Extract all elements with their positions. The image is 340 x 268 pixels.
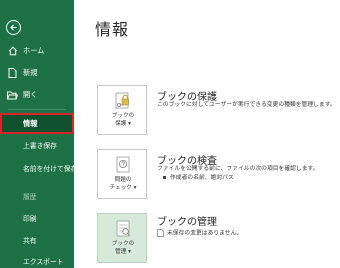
button-label-text: 保護 (115, 121, 127, 127)
back-arrow-icon[interactable] (6, 20, 21, 35)
manage-workbook-title: ブックの管理 (157, 217, 217, 228)
document-status-icon (157, 229, 164, 237)
sidebar-item-open[interactable]: 開く (0, 86, 74, 104)
protect-workbook-description: このブックに対してユーザーが実行できる変更の種類を管理します。 (157, 102, 336, 108)
button-label: 管理 ▾ (115, 249, 131, 255)
bullet-text: 作成者の名前、絶対パス (170, 175, 234, 181)
button-label-text: チェック (109, 185, 132, 191)
button-label: ブックの (111, 113, 135, 119)
sidebar-item-label: 新規 (23, 68, 38, 77)
sidebar-item-info[interactable]: 情報 (0, 113, 74, 134)
sidebar-divider (8, 109, 66, 110)
sidebar-item-new[interactable]: 新規 (0, 64, 74, 82)
button-label: 問題の (114, 177, 132, 183)
button-label: チェック ▾ (109, 185, 137, 191)
manage-document-icon (114, 219, 132, 239)
manage-workbook-status: 未保存の変更はありません。 (157, 229, 242, 238)
backstage-sidebar: ホーム 新規 開く 情報 上書き保存 名前を付けて保存 履歴 印刷 共有 エクス… (0, 0, 77, 268)
inspect-document-icon (114, 155, 132, 175)
sidebar-item-label: ホーム (23, 46, 45, 55)
bullet-icon (163, 176, 166, 179)
sidebar-item-export[interactable]: エクスポート (0, 256, 74, 266)
manage-workbook-button[interactable]: ブックの 管理 ▾ (97, 213, 147, 263)
check-for-issues-button[interactable]: 問題の チェック ▾ (97, 149, 147, 199)
open-folder-icon (7, 90, 18, 101)
new-document-icon (7, 68, 18, 79)
sidebar-item-label: 情報 (23, 119, 38, 128)
sidebar-item-home[interactable]: ホーム (0, 42, 74, 60)
sidebar-item-label: 開く (23, 90, 38, 99)
sidebar-item-print[interactable]: 印刷 (0, 213, 74, 223)
home-icon (7, 46, 18, 57)
sidebar-item-save[interactable]: 上書き保存 (0, 140, 74, 150)
button-label-text: 管理 (115, 249, 127, 255)
protect-workbook-button[interactable]: ブックの 保護 ▾ (97, 85, 147, 135)
inspect-bullet-item: 作成者の名前、絶対パス (163, 174, 234, 183)
button-label: 保護 ▾ (115, 121, 131, 127)
page-title: 情報 (95, 20, 130, 39)
sidebar-item-save-as[interactable]: 名前を付けて保存 (0, 163, 77, 173)
button-label: ブックの (111, 241, 135, 247)
manage-workbook-description: 未保存の変更はありません。 (167, 230, 243, 237)
sidebar-item-share[interactable]: 共有 (0, 235, 74, 245)
lock-key-icon (114, 91, 132, 111)
sidebar-item-history[interactable]: 履歴 (0, 191, 74, 201)
inspect-workbook-description: ファイルを公開する前に、ファイルの次の項目を確認します。 (157, 166, 319, 172)
